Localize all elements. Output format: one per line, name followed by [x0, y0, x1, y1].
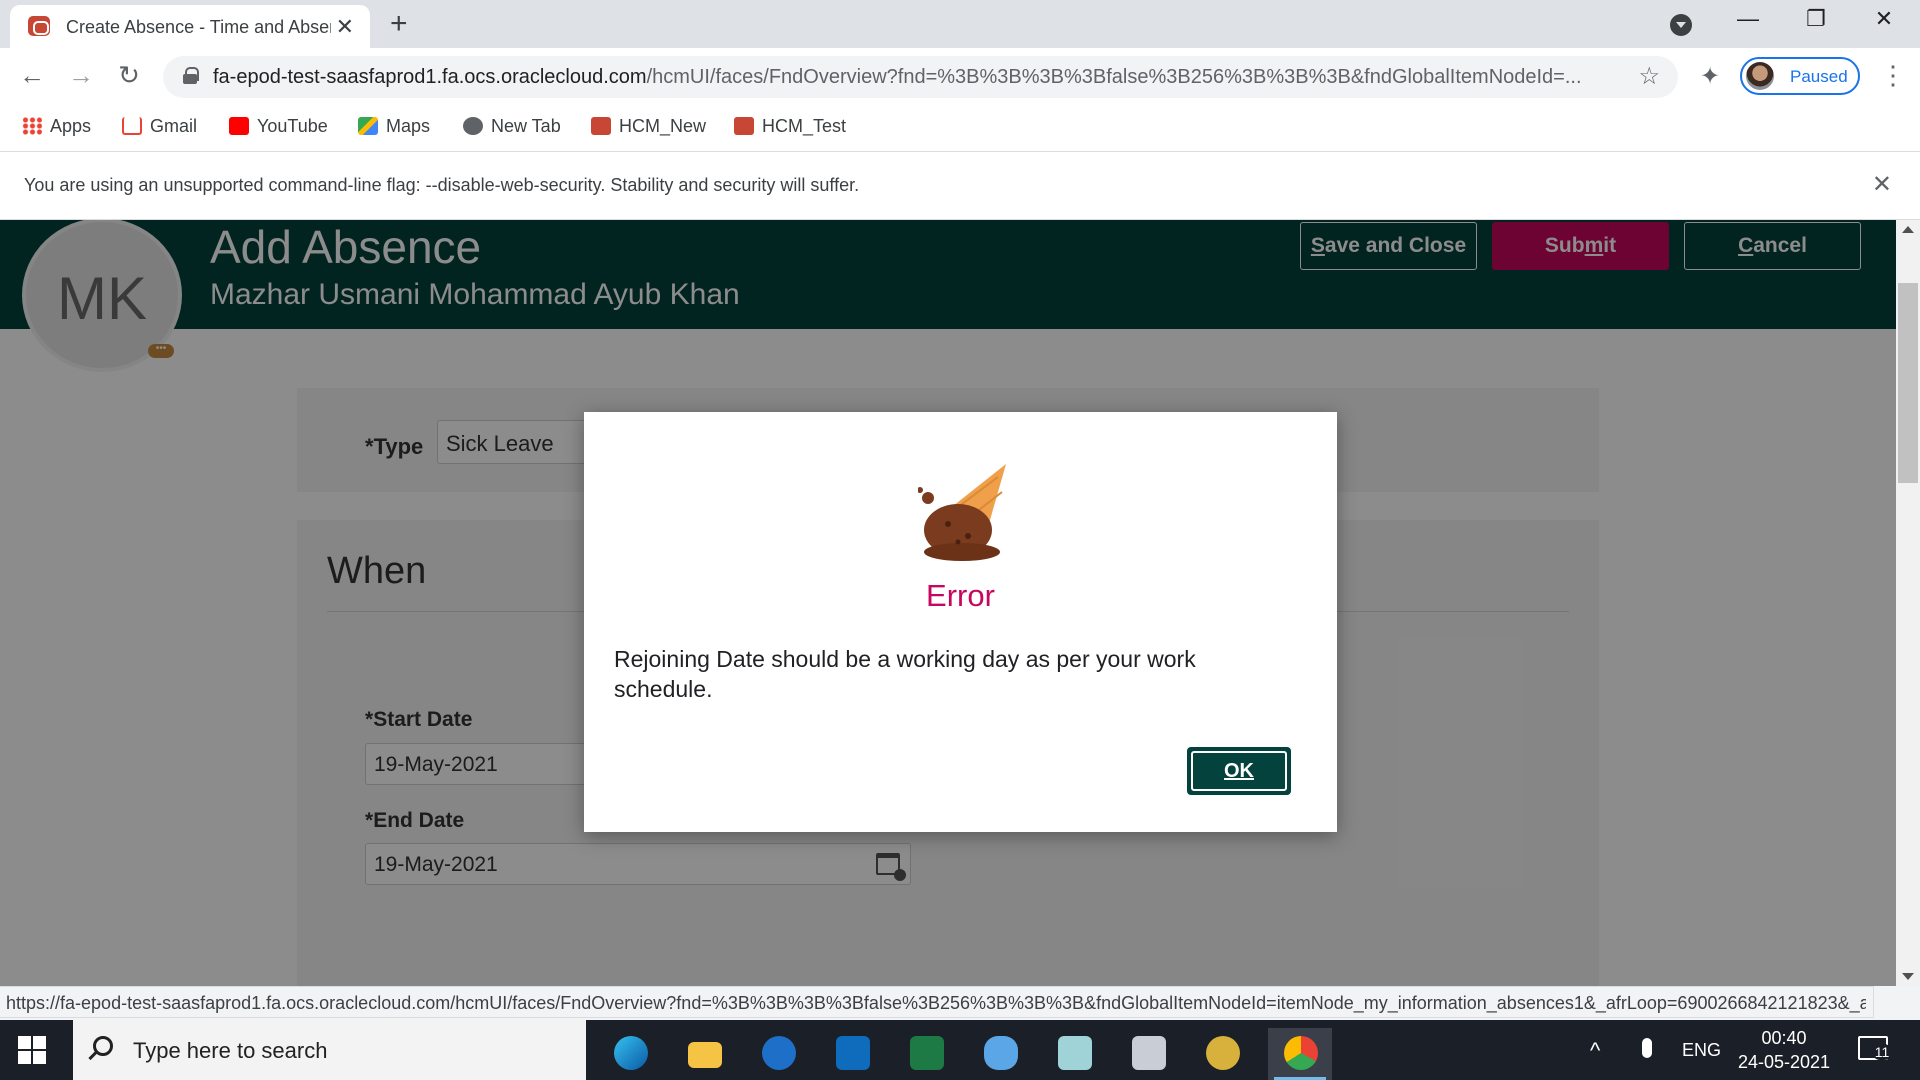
infobar-close-icon[interactable]: ✕: [1872, 170, 1892, 199]
tab-search-icon[interactable]: [1670, 14, 1692, 36]
bookmark-star-icon[interactable]: ☆: [1638, 62, 1660, 91]
control-panel-icon[interactable]: [1116, 1028, 1180, 1080]
oracle-favicon-icon: [28, 16, 50, 36]
vpn-app-icon[interactable]: [1190, 1028, 1254, 1080]
file-explorer-icon[interactable]: [672, 1028, 736, 1080]
dialog-title: Error: [926, 578, 995, 613]
restore-button[interactable]: ❐: [1796, 6, 1836, 32]
microphone-icon[interactable]: [1642, 1038, 1652, 1058]
oracle-icon: [591, 117, 611, 135]
forward-button[interactable]: →: [65, 60, 97, 91]
extensions-icon[interactable]: ✦: [1700, 62, 1720, 91]
window-close-button[interactable]: ✕: [1864, 6, 1904, 32]
address-bar[interactable]: fa-epod-test-saasfaprod1.fa.ocs.oraclecl…: [163, 56, 1678, 98]
bookmark-gmail[interactable]: Gmail: [122, 116, 197, 137]
bookmark-new-tab[interactable]: New Tab: [463, 116, 561, 137]
bookmark-maps[interactable]: Maps: [358, 116, 430, 137]
warning-infobar: You are using an unsupported command-lin…: [0, 152, 1920, 220]
minimize-button[interactable]: —: [1728, 6, 1768, 32]
teams-app-icon[interactable]: [968, 1028, 1032, 1080]
notes-app-icon[interactable]: [1042, 1028, 1106, 1080]
apps-grid-icon: [22, 117, 42, 135]
link-status-bar: https://fa-epod-test-saasfaprod1.fa.ocs.…: [0, 986, 1874, 1018]
url-text[interactable]: fa-epod-test-saasfaprod1.fa.ocs.oraclecl…: [213, 66, 1603, 89]
edge-icon[interactable]: [598, 1028, 662, 1080]
tab-title: Create Absence - Time and Absences: [66, 17, 331, 37]
bookmark-youtube[interactable]: YouTube: [229, 116, 328, 137]
profile-avatar: [1746, 62, 1774, 90]
new-tab-button[interactable]: +: [390, 7, 408, 41]
windows-taskbar: Type here to search ^ ENG 00:40 24-05-20…: [0, 1020, 1920, 1080]
globe-icon: [463, 117, 483, 135]
clock[interactable]: 00:40 24-05-2021: [1724, 1026, 1844, 1074]
excel-icon[interactable]: [894, 1028, 958, 1080]
page-scrollbar[interactable]: [1896, 220, 1920, 986]
melted-ice-cream-icon: [918, 464, 1006, 561]
chrome-icon[interactable]: [1268, 1028, 1332, 1080]
browser-menu-icon[interactable]: ⋮: [1880, 60, 1906, 91]
ok-button[interactable]: OK: [1187, 747, 1291, 795]
profile-button[interactable]: Paused: [1740, 57, 1860, 95]
youtube-icon: [229, 117, 249, 135]
bookmark-hcm-new[interactable]: HCM_New: [591, 116, 706, 137]
infobar-message: You are using an unsupported command-lin…: [24, 175, 860, 195]
maps-icon: [358, 117, 378, 135]
gmail-icon: [122, 117, 142, 135]
sync-app-icon[interactable]: [746, 1028, 810, 1080]
search-icon: [93, 1036, 113, 1056]
bookmark-hcm-test[interactable]: HCM_Test: [734, 116, 846, 137]
scroll-thumb[interactable]: [1898, 283, 1918, 483]
tray-expand-icon[interactable]: ^: [1590, 1038, 1600, 1064]
scroll-down-icon[interactable]: [1902, 973, 1914, 980]
back-button[interactable]: ←: [16, 60, 48, 91]
windows-start-icon[interactable]: [18, 1036, 46, 1064]
browser-toolbar: ← → ↻ fa-epod-test-saasfaprod1.fa.ocs.or…: [0, 48, 1920, 106]
language-indicator[interactable]: ENG: [1682, 1040, 1721, 1061]
profile-status: Paused: [1790, 67, 1848, 86]
notifications-icon[interactable]: 11: [1858, 1036, 1892, 1060]
dialog-message: Rejoining Date should be a working day a…: [614, 646, 1196, 702]
browser-tabstrip: Create Absence - Time and Absences ✕ + —…: [0, 0, 1920, 48]
reload-button[interactable]: ↻: [113, 60, 145, 91]
bookmark-apps[interactable]: Apps: [22, 116, 91, 137]
outlook-icon[interactable]: [820, 1028, 884, 1080]
oracle-icon: [734, 117, 754, 135]
tab-close-icon[interactable]: ✕: [336, 14, 354, 40]
search-placeholder: Type here to search: [133, 1038, 328, 1063]
lock-icon[interactable]: [183, 67, 199, 84]
error-dialog: Error Rejoining Date should be a working…: [584, 412, 1337, 832]
bookmarks-bar: Apps Gmail YouTube Maps New Tab HCM_New …: [0, 106, 1920, 152]
browser-tab[interactable]: Create Absence - Time and Absences ✕: [10, 5, 370, 48]
scroll-up-icon[interactable]: [1902, 226, 1914, 233]
taskbar-search[interactable]: Type here to search: [73, 1020, 586, 1080]
